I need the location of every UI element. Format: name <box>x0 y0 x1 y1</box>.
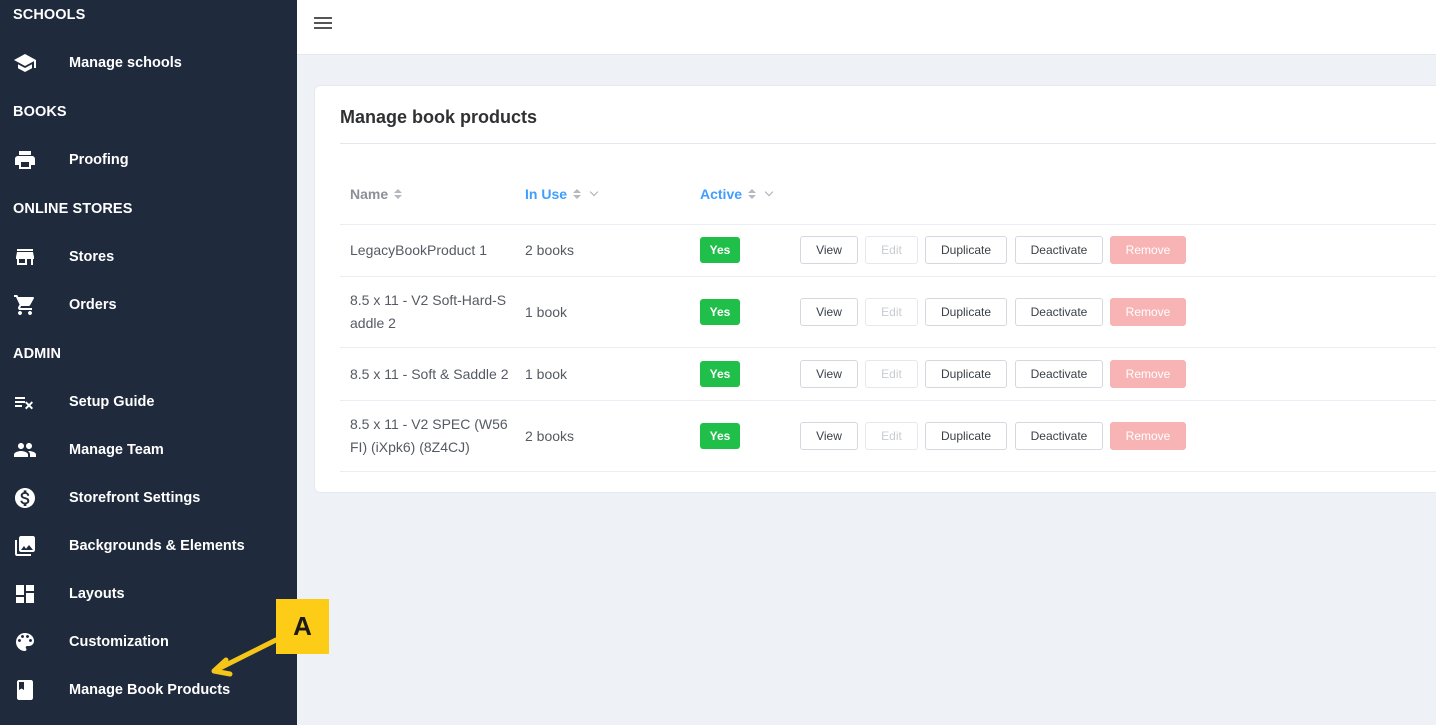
view-button[interactable]: View <box>800 422 858 450</box>
sidebar-item-label: Orders <box>69 297 117 313</box>
column-header-in-use[interactable]: In Use <box>525 186 599 202</box>
team-icon <box>13 438 37 462</box>
sidebar-item-label: Storefront Settings <box>69 490 201 506</box>
row-divider <box>340 347 1436 348</box>
sort-icon[interactable] <box>573 189 582 199</box>
deactivate-button[interactable]: Deactivate <box>1015 422 1103 450</box>
remove-button[interactable]: Remove <box>1110 422 1186 450</box>
cell-name: 8.5 x 11 - V2 SPEC (W56 FI) (iXpk6) (8Z4C… <box>350 416 508 455</box>
sidebar-item-label: Stores <box>69 249 115 265</box>
page-title: Manage book products <box>340 107 538 127</box>
column-header-name[interactable]: Name <box>350 186 403 202</box>
cell-name: 8.5 x 11 - V2 Soft-Hard-S addle 2 <box>350 292 507 331</box>
top-bar <box>297 0 1436 55</box>
view-button[interactable]: View <box>800 236 858 264</box>
edit-button[interactable]: Edit <box>865 298 918 326</box>
sort-icon[interactable] <box>748 189 757 199</box>
duplicate-button[interactable]: Duplicate <box>925 422 1007 450</box>
sidebar-item-label: Proofing <box>69 152 129 168</box>
remove-button[interactable]: Remove <box>1110 298 1186 326</box>
duplicate-button[interactable]: Duplicate <box>925 360 1007 388</box>
sidebar-item-manage-team[interactable]: Manage Team <box>0 428 297 472</box>
sidebar-item-label: Manage Book Products <box>69 682 231 698</box>
duplicate-button[interactable]: Duplicate <box>925 298 1007 326</box>
images-icon <box>13 534 37 558</box>
row-divider <box>340 276 1436 277</box>
deactivate-button[interactable]: Deactivate <box>1015 360 1103 388</box>
cell-name: 8.5 x 11 - Soft & Saddle 2 <box>350 366 509 382</box>
column-header-label: Name <box>350 186 389 202</box>
checklist-icon <box>13 390 37 414</box>
deactivate-button[interactable]: Deactivate <box>1015 236 1103 264</box>
sidebar-item-proofing[interactable]: Proofing <box>0 138 297 182</box>
sidebar-item-manage-schools[interactable]: Manage schools <box>0 41 297 85</box>
palette-icon <box>13 630 37 654</box>
sidebar-item-storefront-settings[interactable]: Storefront Settings <box>0 476 297 520</box>
school-icon <box>13 51 37 75</box>
remove-button[interactable]: Remove <box>1110 236 1186 264</box>
sidebar-item-stores[interactable]: Stores <box>0 235 297 279</box>
view-button[interactable]: View <box>800 360 858 388</box>
section-title-books: BOOKS <box>13 104 67 120</box>
row-divider <box>340 400 1436 401</box>
status-badge: Yes <box>700 237 740 263</box>
sidebar-item-backgrounds-elements[interactable]: Backgrounds & Elements <box>0 524 297 568</box>
sidebar-item-label: Customization <box>69 634 169 650</box>
sidebar-item-label: Manage schools <box>69 55 182 71</box>
duplicate-button[interactable]: Duplicate <box>925 236 1007 264</box>
sidebar-item-label: Setup Guide <box>69 394 155 410</box>
book-icon <box>13 678 37 702</box>
edit-button[interactable]: Edit <box>865 236 918 264</box>
deactivate-button[interactable]: Deactivate <box>1015 298 1103 326</box>
title-divider <box>340 143 1436 144</box>
remove-button[interactable]: Remove <box>1110 360 1186 388</box>
sidebar-item-label: Manage Team <box>69 442 164 458</box>
sidebar-item-layouts[interactable]: Layouts <box>0 572 297 616</box>
sort-icon[interactable] <box>394 189 403 199</box>
row-divider <box>340 471 1436 472</box>
dollar-icon <box>13 486 37 510</box>
column-header-label: Active <box>700 186 743 202</box>
status-badge: Yes <box>700 299 740 325</box>
section-title-schools: SCHOOLS <box>13 7 86 23</box>
cell-name: LegacyBookProduct 1 <box>350 242 487 258</box>
hamburger-icon[interactable] <box>314 15 334 33</box>
cart-icon <box>13 293 37 317</box>
sidebar-item-label: Backgrounds & Elements <box>69 538 245 554</box>
sidebar-item-label: Layouts <box>69 586 125 602</box>
book-products-card: Manage book products Name In Use Active … <box>314 85 1436 493</box>
printer-icon <box>13 148 37 172</box>
column-header-label: In Use <box>525 186 568 202</box>
row-divider <box>340 224 1436 225</box>
cell-in-use: 2 books <box>525 428 575 444</box>
dashboard-icon <box>13 582 37 606</box>
chevron-down-icon[interactable] <box>764 187 774 197</box>
status-badge: Yes <box>700 361 740 387</box>
store-icon <box>13 245 37 269</box>
annotation-callout: A <box>276 599 329 654</box>
sidebar-item-orders[interactable]: Orders <box>0 283 297 327</box>
chevron-down-icon[interactable] <box>589 187 599 197</box>
view-button[interactable]: View <box>800 298 858 326</box>
sidebar-item-setup-guide[interactable]: Setup Guide <box>0 380 297 424</box>
status-badge: Yes <box>700 423 740 449</box>
cell-in-use: 2 books <box>525 242 575 258</box>
column-header-active[interactable]: Active <box>700 186 774 202</box>
cell-in-use: 1 book <box>525 366 568 382</box>
section-title-admin: ADMIN <box>13 346 62 362</box>
section-title-online-stores: ONLINE STORES <box>13 201 133 217</box>
edit-button[interactable]: Edit <box>865 422 918 450</box>
cell-in-use: 1 book <box>525 304 568 320</box>
sidebar: SCHOOLS Manage schools BOOKS Proofing ON… <box>0 0 297 725</box>
annotation-arrow-icon <box>211 637 279 677</box>
edit-button[interactable]: Edit <box>865 360 918 388</box>
